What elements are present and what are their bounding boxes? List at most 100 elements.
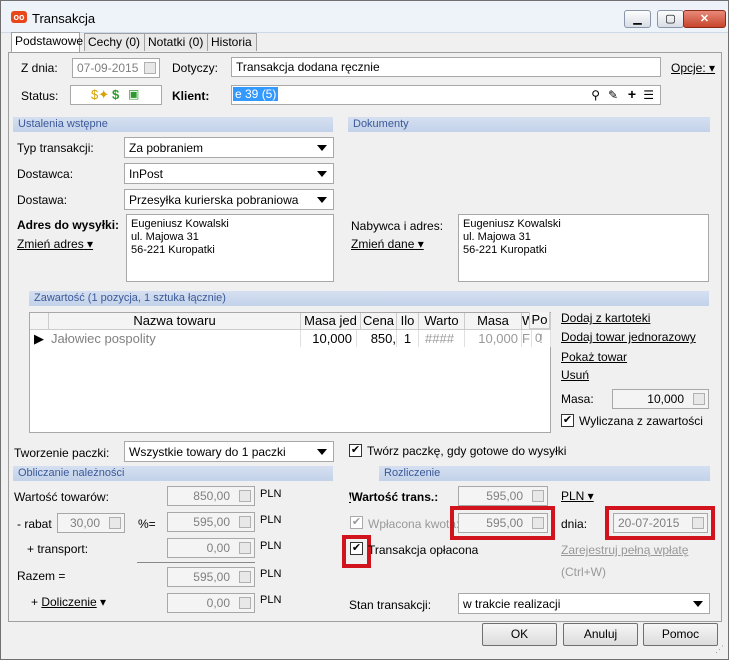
transport-field[interactable]: 0,00	[167, 538, 255, 558]
list-icon[interactable]: ☰	[643, 88, 654, 102]
calculator-icon	[239, 571, 251, 583]
minimize-button[interactable]: ▁	[624, 10, 651, 28]
status-icons: $✦ $ ▣	[70, 85, 162, 105]
remove-item-link[interactable]: Usuń	[561, 368, 589, 382]
item-mass[interactable]: 10,000	[465, 330, 522, 347]
prelim-section-header: Ustalenia wstępne	[13, 117, 333, 132]
calculator-icon[interactable]	[239, 542, 251, 554]
show-item-link[interactable]: Pokaż towar	[561, 350, 627, 364]
calc-mass-checkbox[interactable]: ✔	[561, 414, 574, 427]
col-header[interactable]: Ilo	[397, 313, 419, 330]
calculator-icon[interactable]	[239, 516, 251, 528]
search-icon[interactable]: ⚲	[591, 88, 600, 102]
close-button[interactable]: ✕	[683, 10, 726, 28]
client-field[interactable]: e 39 (5) ⚲ ✎ + ☰	[231, 85, 661, 105]
calendar-icon[interactable]	[144, 62, 156, 74]
help-button[interactable]: Pomoc	[643, 623, 718, 646]
delivery-select[interactable]: Przesyłka kurierska pobraniowa	[124, 189, 334, 210]
app-logo-icon: oo	[11, 11, 27, 23]
item-qty[interactable]: 1	[397, 330, 419, 347]
col-header[interactable]: Cena	[361, 313, 397, 330]
dollar-icon[interactable]: $	[112, 87, 119, 102]
discount-field[interactable]: 30,00	[57, 513, 125, 533]
supplier-label: Dostawca:	[17, 167, 74, 181]
total-label: Razem =	[17, 569, 66, 583]
chevron-down-icon	[317, 145, 327, 151]
pencil-icon[interactable]: ✎	[608, 88, 618, 102]
tab-notatki[interactable]: Notatki (0)	[144, 33, 208, 51]
currency-select[interactable]: PLN ▾	[561, 489, 594, 503]
items-grid[interactable]: Nazwa towaru Masa jed Cena Ilo Warto Mas…	[29, 312, 551, 433]
add-from-catalog-link[interactable]: Dodaj z kartoteki	[561, 311, 650, 325]
item-value[interactable]: ####	[419, 330, 465, 347]
cancel-button[interactable]: Anuluj	[563, 623, 638, 646]
create-package-checkbox[interactable]: ✔	[349, 444, 362, 457]
col-header[interactable]: Masa jed	[301, 313, 361, 330]
supplier-select[interactable]: InPost	[124, 163, 334, 184]
calculator-icon[interactable]	[239, 597, 251, 609]
concerns-field[interactable]: Transakcja dodana ręcznie	[231, 57, 661, 77]
item-flag[interactable]: F	[522, 330, 532, 347]
col-header[interactable]: Warto	[419, 313, 465, 330]
grid-corner	[30, 313, 49, 330]
discount-label: - rabat	[17, 517, 52, 531]
mass-field[interactable]: 10,000	[612, 389, 709, 409]
chevron-down-icon	[317, 171, 327, 177]
row-pointer-icon: ▶	[34, 331, 44, 346]
state-select[interactable]: w trakcie realizacji	[458, 593, 710, 614]
extra-charge-link[interactable]: + Doliczenie ▾	[31, 595, 106, 609]
transaction-paid-label: Transakcja opłacona	[368, 543, 479, 557]
item-unit-mass[interactable]: 10,000	[301, 330, 357, 347]
item-price[interactable]: 850,	[361, 330, 397, 347]
date-field[interactable]: 07-09-2015	[72, 58, 160, 78]
extra-charge-field[interactable]: 0,00	[167, 593, 255, 613]
calc-mass-label: Wyliczana z zawartości	[579, 414, 703, 428]
packaging-select[interactable]: Wszystkie towary do 1 paczki	[124, 441, 334, 462]
buyer-address[interactable]: Eugeniusz Kowalski ul. Majowa 31 56-221 …	[458, 214, 709, 282]
money-coins-icon[interactable]: $✦	[91, 87, 109, 103]
window-title: Transakcja	[32, 11, 96, 26]
calculator-icon[interactable]	[693, 393, 705, 405]
col-header[interactable]: Nazwa towaru	[49, 313, 301, 330]
chevron-down-icon	[317, 449, 327, 455]
settlement-section-header: Rozliczenie	[379, 466, 710, 481]
concerns-label: Dotyczy:	[172, 61, 219, 75]
goods-value-field: 850,00	[167, 486, 255, 506]
tab-podstawowe[interactable]: Podstawowe	[11, 32, 83, 52]
create-package-label: Twórz paczkę, gdy gotowe do wysyłki	[367, 444, 567, 458]
date-label: Z dnia:	[21, 61, 58, 75]
client-label: Klient:	[172, 89, 210, 103]
highlight-box	[450, 506, 555, 540]
tab-historia[interactable]: Historia	[207, 33, 257, 51]
change-address-link[interactable]: Zmień adres ▾	[17, 237, 93, 251]
discounted-field[interactable]: 595,00	[167, 512, 255, 532]
type-select[interactable]: Za pobraniem	[124, 137, 334, 158]
goods-value-label: Wartość towarów:	[14, 490, 109, 504]
delivery-label: Dostawa:	[17, 193, 68, 207]
chevron-down-icon	[693, 601, 703, 607]
total-field: 595,00	[167, 567, 255, 587]
resize-grip-icon[interactable]: ⋰	[715, 644, 724, 655]
percent-eq-label: %=	[138, 517, 156, 531]
state-label: Stan transakcji:	[349, 598, 432, 612]
maximize-button[interactable]: ▢	[657, 10, 684, 28]
tab-cechy[interactable]: Cechy (0)	[84, 33, 150, 51]
ok-button[interactable]: OK	[482, 623, 557, 646]
shipping-address[interactable]: Eugeniusz Kowalski ul. Majowa 31 56-221 …	[126, 214, 334, 282]
add-icon[interactable]: +	[628, 86, 636, 102]
col-header[interactable]: Masa	[465, 313, 522, 330]
change-data-link[interactable]: Zmień dane ▾	[351, 237, 424, 251]
paid-amount-checkbox[interactable]: ✔	[350, 516, 363, 529]
paid-amount-label: Wpłacona kwota:	[368, 517, 460, 531]
item-name[interactable]: Jałowiec pospolity	[51, 330, 301, 347]
options-menu[interactable]: Opcje: ▾	[671, 61, 715, 75]
add-one-time-item-link[interactable]: Dodaj towar jednorazowy	[561, 330, 696, 344]
col-header[interactable]: Po	[529, 312, 550, 329]
calculator-icon	[532, 490, 544, 502]
currency-label: PLN	[260, 594, 282, 606]
package-icon[interactable]: ▣	[128, 87, 139, 101]
title-bar: oo Transakcja ▁ ▢ ✕	[1, 1, 728, 33]
documents-section-header: Dokumenty	[348, 117, 710, 132]
calculator-icon[interactable]	[109, 517, 121, 529]
register-full-payment-link[interactable]: Zarejestruj pełną wpłatę	[561, 543, 688, 557]
